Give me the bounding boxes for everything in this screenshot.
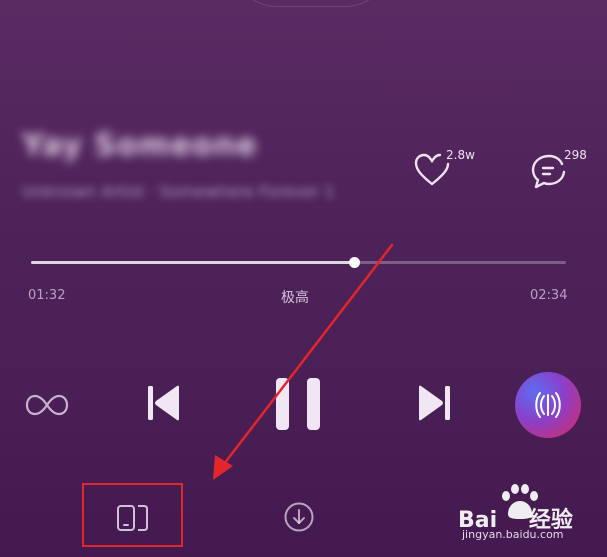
watermark-url: jingyan.baidu.com (462, 528, 564, 541)
annotation-arrow (213, 243, 394, 480)
